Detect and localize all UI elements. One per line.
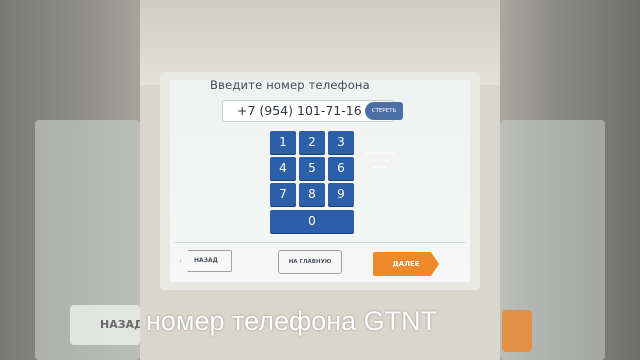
phone-prompt-title: Введите номер телефона: [210, 78, 370, 92]
keypad-key-0[interactable]: 0: [270, 210, 354, 233]
back-button[interactable]: НАЗАД: [180, 250, 232, 272]
erase-button[interactable]: СТЕРЕТЬ: [365, 102, 403, 120]
keypad-key-9[interactable]: 9: [328, 183, 354, 206]
home-button[interactable]: НА ГЛАВНУЮ: [278, 250, 342, 274]
video-caption: номер телефона GTNT: [146, 306, 438, 336]
footer-divider: [175, 242, 465, 243]
screen-glare: [369, 159, 389, 161]
keypad-key-8[interactable]: 8: [299, 183, 325, 206]
keypad-key-3[interactable]: 3: [328, 131, 354, 154]
blurred-back-button: НАЗАД: [70, 305, 144, 345]
screen-glare: [366, 152, 394, 154]
next-button[interactable]: ДАЛЕЕ: [373, 252, 439, 276]
blurred-next-button: [502, 310, 532, 352]
screen-glare: [372, 166, 386, 168]
keypad-key-4[interactable]: 4: [270, 157, 296, 180]
keypad-key-6[interactable]: 6: [328, 157, 354, 180]
keypad-key-1[interactable]: 1: [270, 131, 296, 154]
keypad-key-2[interactable]: 2: [299, 131, 325, 154]
keypad-key-5[interactable]: 5: [299, 157, 325, 180]
keypad-key-7[interactable]: 7: [270, 183, 296, 206]
